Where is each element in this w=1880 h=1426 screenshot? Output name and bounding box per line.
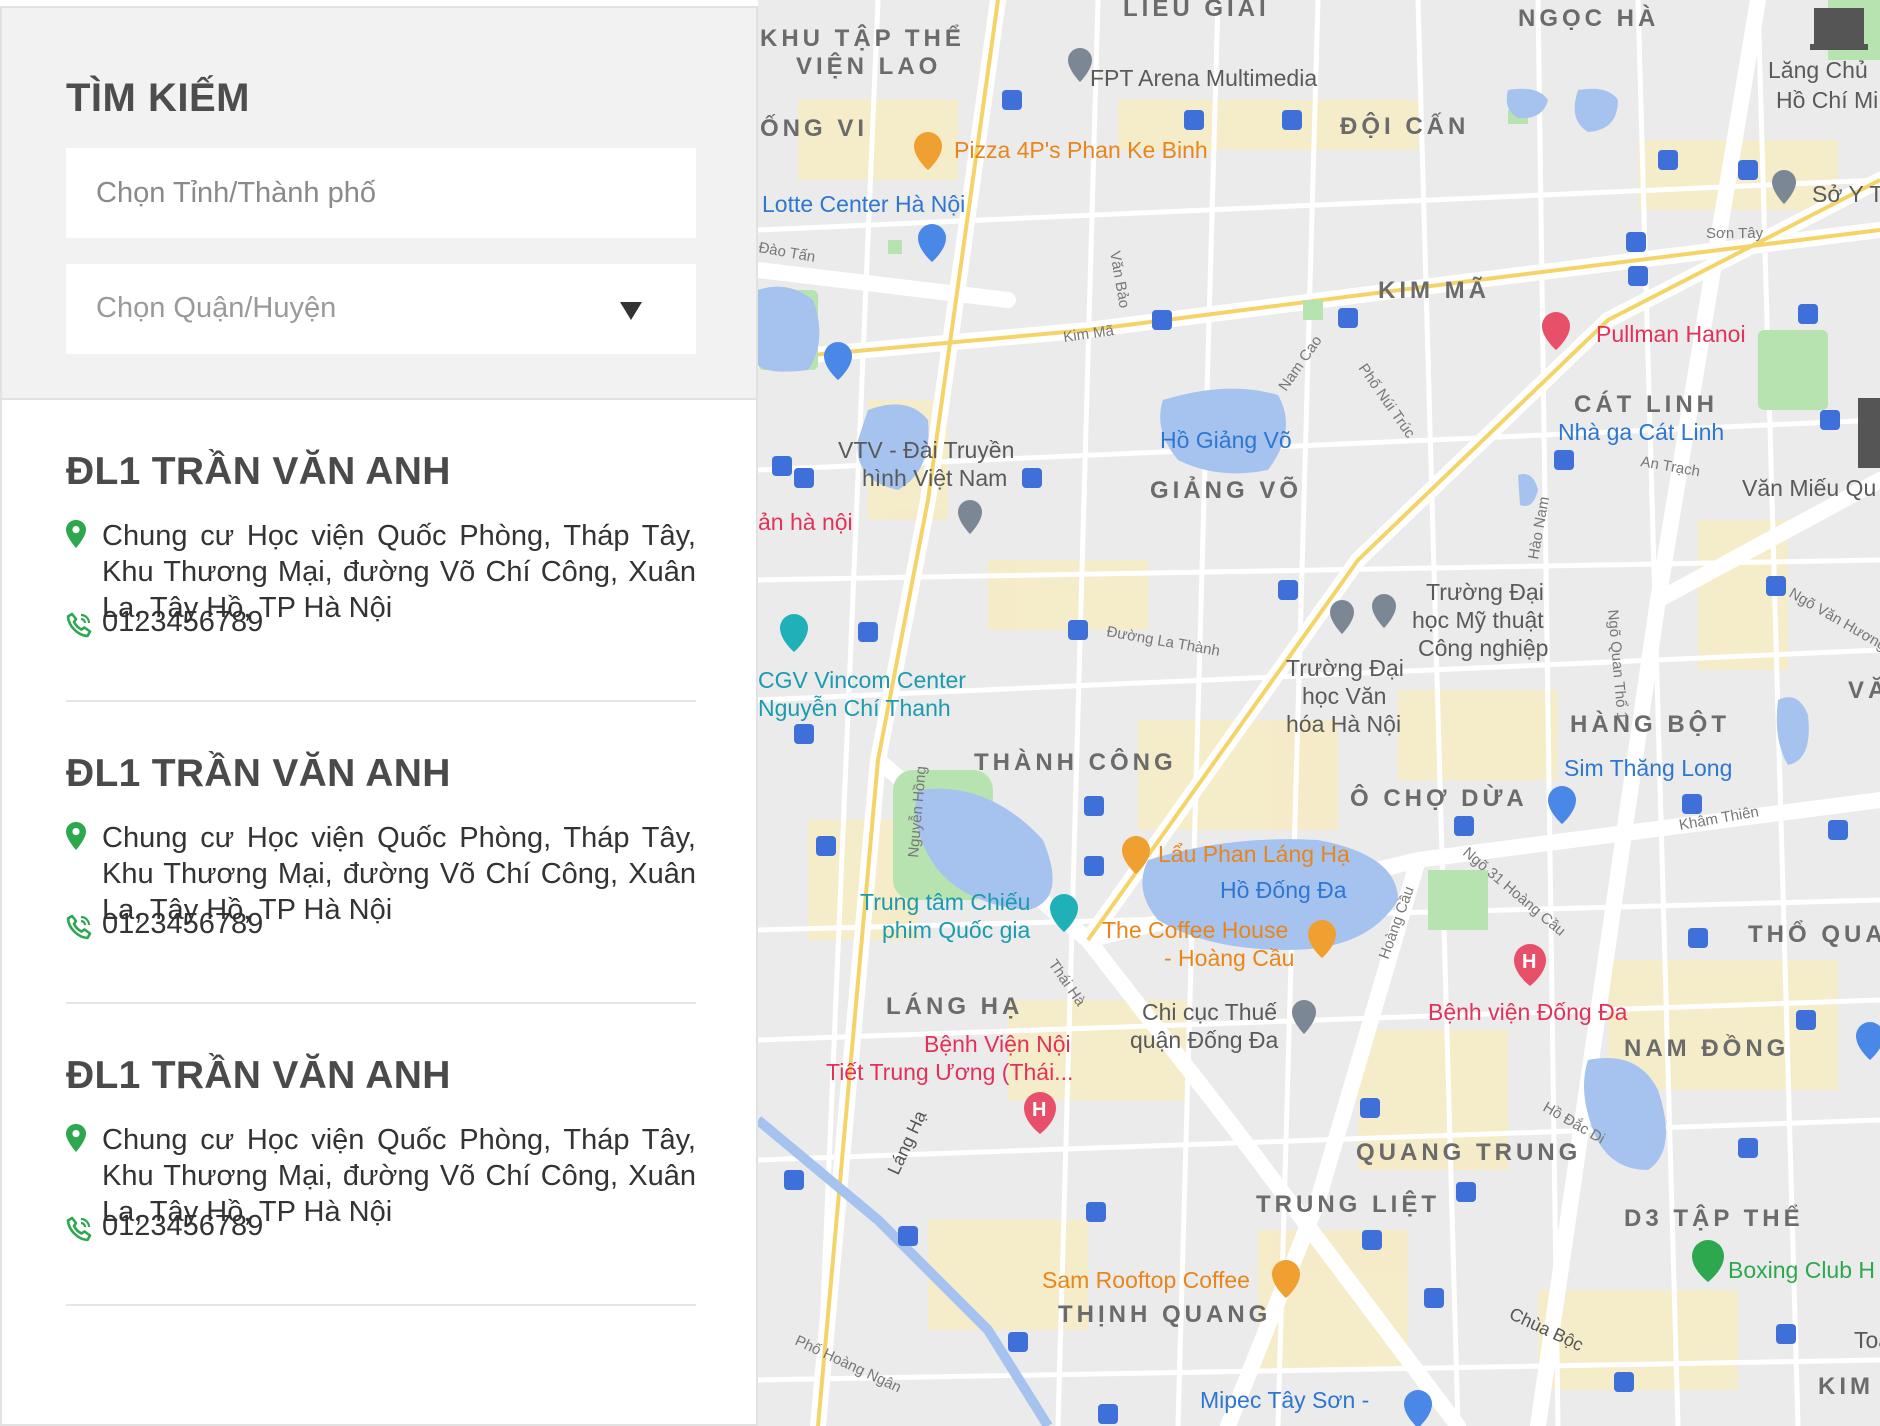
poi-label: Tiết Trung Ương (Thái... [826,1059,1073,1085]
area-label: ỐNG VI [760,114,868,142]
svg-text:H: H [1032,1099,1046,1121]
poi-label: VTV - Đài Truyền [838,437,1014,463]
poi-label: Lăng Chủ [1768,57,1868,83]
location-pin-icon [66,822,86,850]
poi-label: Sim Thăng Long [1564,755,1732,781]
poi-label: Lotte Center Hà Nội [762,191,965,217]
phone-icon [66,914,92,940]
street-label: Sơn Tây [1706,225,1764,242]
area-label: QUANG TRUNG [1356,1139,1581,1166]
poi-label: The Coffee House [1102,917,1288,943]
poi-label: quận Đống Đa [1130,1027,1279,1053]
district-select[interactable]: Chọn Quận/Huyện [66,264,696,354]
area-label: GIẢNG VÕ [1150,475,1302,504]
province-field[interactable] [66,148,696,238]
poi-label: CGV Vincom Center [758,667,966,693]
store-name: ĐL1 TRẦN VĂN ANH [66,1054,451,1097]
area-label: Ô CHỢ DỪA [1350,784,1528,812]
store-list-item[interactable]: ĐL1 TRẦN VĂN ANH Chung cư Học viện Quốc … [66,1004,696,1306]
area-label: THÀNH CÔNG [974,748,1177,776]
poi-label: học Mỹ thuật [1412,607,1544,633]
area-label: THỔ QUAN [1748,920,1880,948]
store-phone[interactable]: 0123456789 [102,908,263,941]
area-label: CÁT LINH [1574,390,1718,418]
poi-label: Nguyễn Chí Thanh [758,695,951,721]
poi-label: Pizza 4P's Phan Ke Binh [954,137,1208,163]
area-label: KIM [1818,1373,1874,1400]
poi-label: Lẩu Phan Láng Hạ [1158,841,1350,867]
poi-label: Bệnh viện Đống Đa [1428,999,1628,1025]
poi-label: Hồ Chí Mi [1776,87,1878,113]
phone-icon [66,1216,92,1242]
poi-label: Trường Đại [1426,579,1544,605]
area-label: LÁNG HẠ [886,992,1023,1020]
poi-label: Sam Rooftop Coffee [1042,1267,1250,1293]
province-input[interactable] [66,148,696,238]
poi-label: phim Quốc gia [882,917,1031,943]
phone-icon [66,612,92,638]
poi-label: Văn Miếu Qu [1742,475,1876,501]
poi-label: hóa Hà Nội [1286,711,1401,737]
poi-label: học Văn [1302,683,1386,709]
map-view[interactable]: KHU TẬP THỂ VIỆN LAO LIỄU GIAI NGỌC HÀ Ố… [758,0,1880,1426]
map-canvas[interactable]: KHU TẬP THỂ VIỆN LAO LIỄU GIAI NGỌC HÀ Ố… [758,0,1880,1426]
store-phone[interactable]: 0123456789 [102,606,263,639]
area-label: NGỌC HÀ [1518,4,1659,32]
poi-label: Mipec Tây Sơn - [1200,1387,1369,1413]
poi-label: Nhà ga Cát Linh [1558,419,1724,445]
area-label: THỊNH QUANG [1058,1301,1271,1328]
area-label: TRUNG LIỆT [1256,1190,1440,1218]
poi-label: hình Việt Nam [862,465,1007,491]
poi-label: ản hà nội [758,509,853,535]
chevron-down-icon[interactable] [620,302,642,320]
area-label: D3 TẬP THỂ [1624,1204,1804,1232]
poi-label: Hồ Đống Đa [1220,877,1347,903]
area-label: KIM MÃ [1378,276,1490,304]
search-title: TÌM KIẾM [66,76,250,120]
poi-label: FPT Arena Multimedia [1090,65,1317,91]
poi-label: Pullman Hanoi [1596,321,1746,347]
svg-text:H: H [1522,951,1536,973]
area-label: VIỆN LAO [796,52,941,80]
poi-label: Công nghiệp [1418,635,1548,661]
district-select-placeholder: Chọn Quận/Huyện [96,292,337,324]
area-label: NAM ĐỒNG [1624,1034,1789,1062]
poi-label: Boxing Club H [1728,1257,1875,1283]
poi-label: Sở Y T [1812,181,1880,207]
area-label: VĂ [1848,676,1880,704]
poi-label: Chi cục Thuế [1142,999,1277,1025]
store-name: ĐL1 TRẦN VĂN ANH [66,450,451,493]
area-label: HÀNG BỘT [1570,710,1730,738]
store-locator-panel: TÌM KIẾM Chọn Quận/Huyện ĐL1 TRẦN VĂN AN… [0,6,758,1426]
poi-label: Toà [1854,1327,1880,1353]
poi-label: Trung tâm Chiếu [860,889,1030,915]
location-pin-icon [66,1124,86,1152]
poi-label: Bệnh Viện Nội [924,1031,1071,1057]
store-list-item[interactable]: ĐL1 TRẦN VĂN ANH Chung cư Học viện Quốc … [66,702,696,1004]
search-section: TÌM KIẾM Chọn Quận/Huyện [2,8,756,400]
store-phone[interactable]: 0123456789 [102,1210,263,1243]
store-list-item[interactable]: ĐL1 TRẦN VĂN ANH Chung cư Học viện Quốc … [66,400,696,702]
poi-label: Trường Đại [1286,655,1404,681]
poi-label: Hồ Giảng Võ [1160,427,1292,453]
area-label: LIỄU GIAI [1123,0,1270,22]
area-label: ĐỘI CẤN [1340,112,1469,140]
store-name: ĐL1 TRẦN VĂN ANH [66,752,451,795]
area-label: KHU TẬP THỂ [760,24,965,52]
poi-label: - Hoàng Cầu [1164,945,1294,971]
location-pin-icon [66,520,86,548]
